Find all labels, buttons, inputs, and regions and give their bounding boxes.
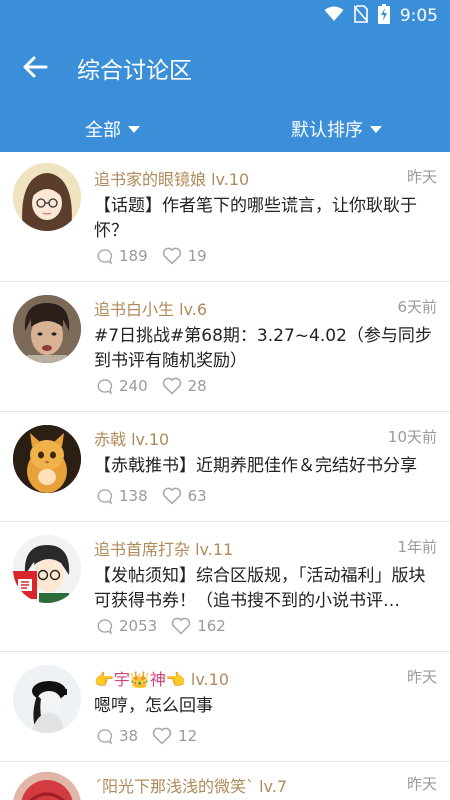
post-stats: 2053 162 <box>96 617 240 635</box>
username-text: 赤戟 <box>94 430 127 449</box>
heart-icon[interactable] <box>162 377 182 395</box>
comment-count: 2053 <box>119 617 158 635</box>
post-item[interactable]: 追书家的眼镜娘 lv.10 昨天 【话题】作者笔下的哪些谎言，让你耿耿于怀？ 1… <box>0 152 450 282</box>
filter-bar: 全部 默认排序 <box>0 102 450 152</box>
user-level: lv.11 <box>195 540 234 559</box>
heart-icon[interactable] <box>171 617 191 635</box>
username-text: 追书白小生 <box>94 300 175 319</box>
username-text: 追书家的眼镜娘 <box>94 170 207 189</box>
wifi-icon <box>324 6 344 26</box>
sort-dropdown[interactable]: 默认排序 <box>291 116 382 142</box>
category-dropdown[interactable]: 全部 <box>85 116 140 142</box>
comment-icon <box>96 618 113 635</box>
status-time: 9:05 <box>399 6 438 26</box>
user-level: lv.6 <box>179 300 208 319</box>
comment-icon <box>96 488 113 505</box>
user-level: lv.7 <box>259 777 288 796</box>
post-title: 【话题】作者笔下的哪些谎言，让你耿耿于怀？ <box>94 196 417 241</box>
avatar[interactable] <box>13 425 81 493</box>
battery-charging-icon <box>377 4 390 28</box>
like-count: 28 <box>187 377 207 395</box>
like-count: 63 <box>187 487 207 505</box>
comment-count: 138 <box>119 487 148 505</box>
avatar[interactable] <box>13 295 81 363</box>
avatar[interactable] <box>13 535 81 603</box>
status-icons: 9:05 <box>324 4 438 28</box>
post-time: 昨天 <box>406 775 437 793</box>
like-count: 19 <box>187 247 207 265</box>
arrow-left-icon <box>23 56 48 78</box>
sort-label: 默认排序 <box>291 120 363 141</box>
caret-down-icon <box>128 125 140 133</box>
post-item[interactable]: 赤戟 lv.10 10天前 【赤戟推书】近期养肥佳作＆完结好书分享 138 63 <box>0 412 450 522</box>
comment-icon <box>96 248 113 265</box>
comment-icon <box>96 378 113 395</box>
post-title: 【发帖须知】综合区版规，「活动福利」版块可获得书券！（追书搜不到的小说书评… <box>94 566 426 611</box>
user-level: lv.10 <box>131 430 170 449</box>
post-title: 【赤戟推书】近期养肥佳作＆完结好书分享 <box>94 456 417 476</box>
post-stats: 189 19 <box>96 247 221 265</box>
status-bar: 9:05 <box>0 0 450 32</box>
back-button[interactable] <box>18 50 52 84</box>
comment-count: 189 <box>119 247 148 265</box>
post-title: #7日挑战#第68期：3.27~4.02（参与同步到书评有随机奖励） <box>94 326 432 371</box>
user-level: lv.10 <box>211 170 250 189</box>
post-stats: 38 12 <box>96 727 211 745</box>
like-count: 162 <box>197 617 226 635</box>
post-title: 嗯哼，怎么回事 <box>94 696 213 716</box>
post-time: 昨天 <box>406 168 437 186</box>
no-sim-icon <box>353 5 369 27</box>
username[interactable]: 👉宇👑神👈 lv.10 <box>94 666 229 690</box>
heart-icon[interactable] <box>162 247 182 265</box>
username[interactable]: 追书家的眼镜娘 lv.10 <box>94 166 249 190</box>
username[interactable]: ˊ阳光下那浅浅的微笑ˋ lv.7 <box>94 773 287 797</box>
post-item[interactable]: 👉宇👑神👈 lv.10 昨天 嗯哼，怎么回事 38 12 <box>0 652 450 762</box>
caret-down-icon <box>370 125 382 133</box>
post-item[interactable]: 追书首席打杂 lv.11 1年前 【发帖须知】综合区版规，「活动福利」版块可获得… <box>0 522 450 652</box>
like-count: 12 <box>178 727 198 745</box>
post-time: 1年前 <box>397 538 437 556</box>
heart-icon[interactable] <box>152 727 172 745</box>
post-time: 10天前 <box>387 428 437 446</box>
avatar[interactable] <box>13 163 81 231</box>
username[interactable]: 追书首席打杂 lv.11 <box>94 536 233 560</box>
username[interactable]: 赤戟 lv.10 <box>94 426 169 450</box>
app-bar: 综合讨论区 <box>0 32 450 102</box>
heart-icon[interactable] <box>162 487 182 505</box>
username-text: ˊ阳光下那浅浅的微笑ˋ <box>94 777 255 796</box>
username-text: 追书首席打杂 <box>94 540 191 559</box>
comment-icon <box>96 728 113 745</box>
category-label: 全部 <box>85 120 121 141</box>
comment-count: 240 <box>119 377 148 395</box>
post-time: 昨天 <box>406 668 437 686</box>
page-title: 综合讨论区 <box>77 58 192 84</box>
post-stats: 138 63 <box>96 487 221 505</box>
post-stats: 240 28 <box>96 377 221 395</box>
post-item[interactable]: 追书白小生 lv.6 6天前 #7日挑战#第68期：3.27~4.02（参与同步… <box>0 282 450 412</box>
avatar[interactable] <box>13 772 81 800</box>
user-level: lv.10 <box>190 670 229 689</box>
post-time: 6天前 <box>397 298 437 316</box>
username[interactable]: 追书白小生 lv.6 <box>94 296 207 320</box>
avatar[interactable] <box>13 665 81 733</box>
username-text: 👉宇👑神👈 <box>94 670 186 689</box>
post-item[interactable]: ˊ阳光下那浅浅的微笑ˋ lv.7 昨天 <box>0 762 450 800</box>
comment-count: 38 <box>119 727 139 745</box>
